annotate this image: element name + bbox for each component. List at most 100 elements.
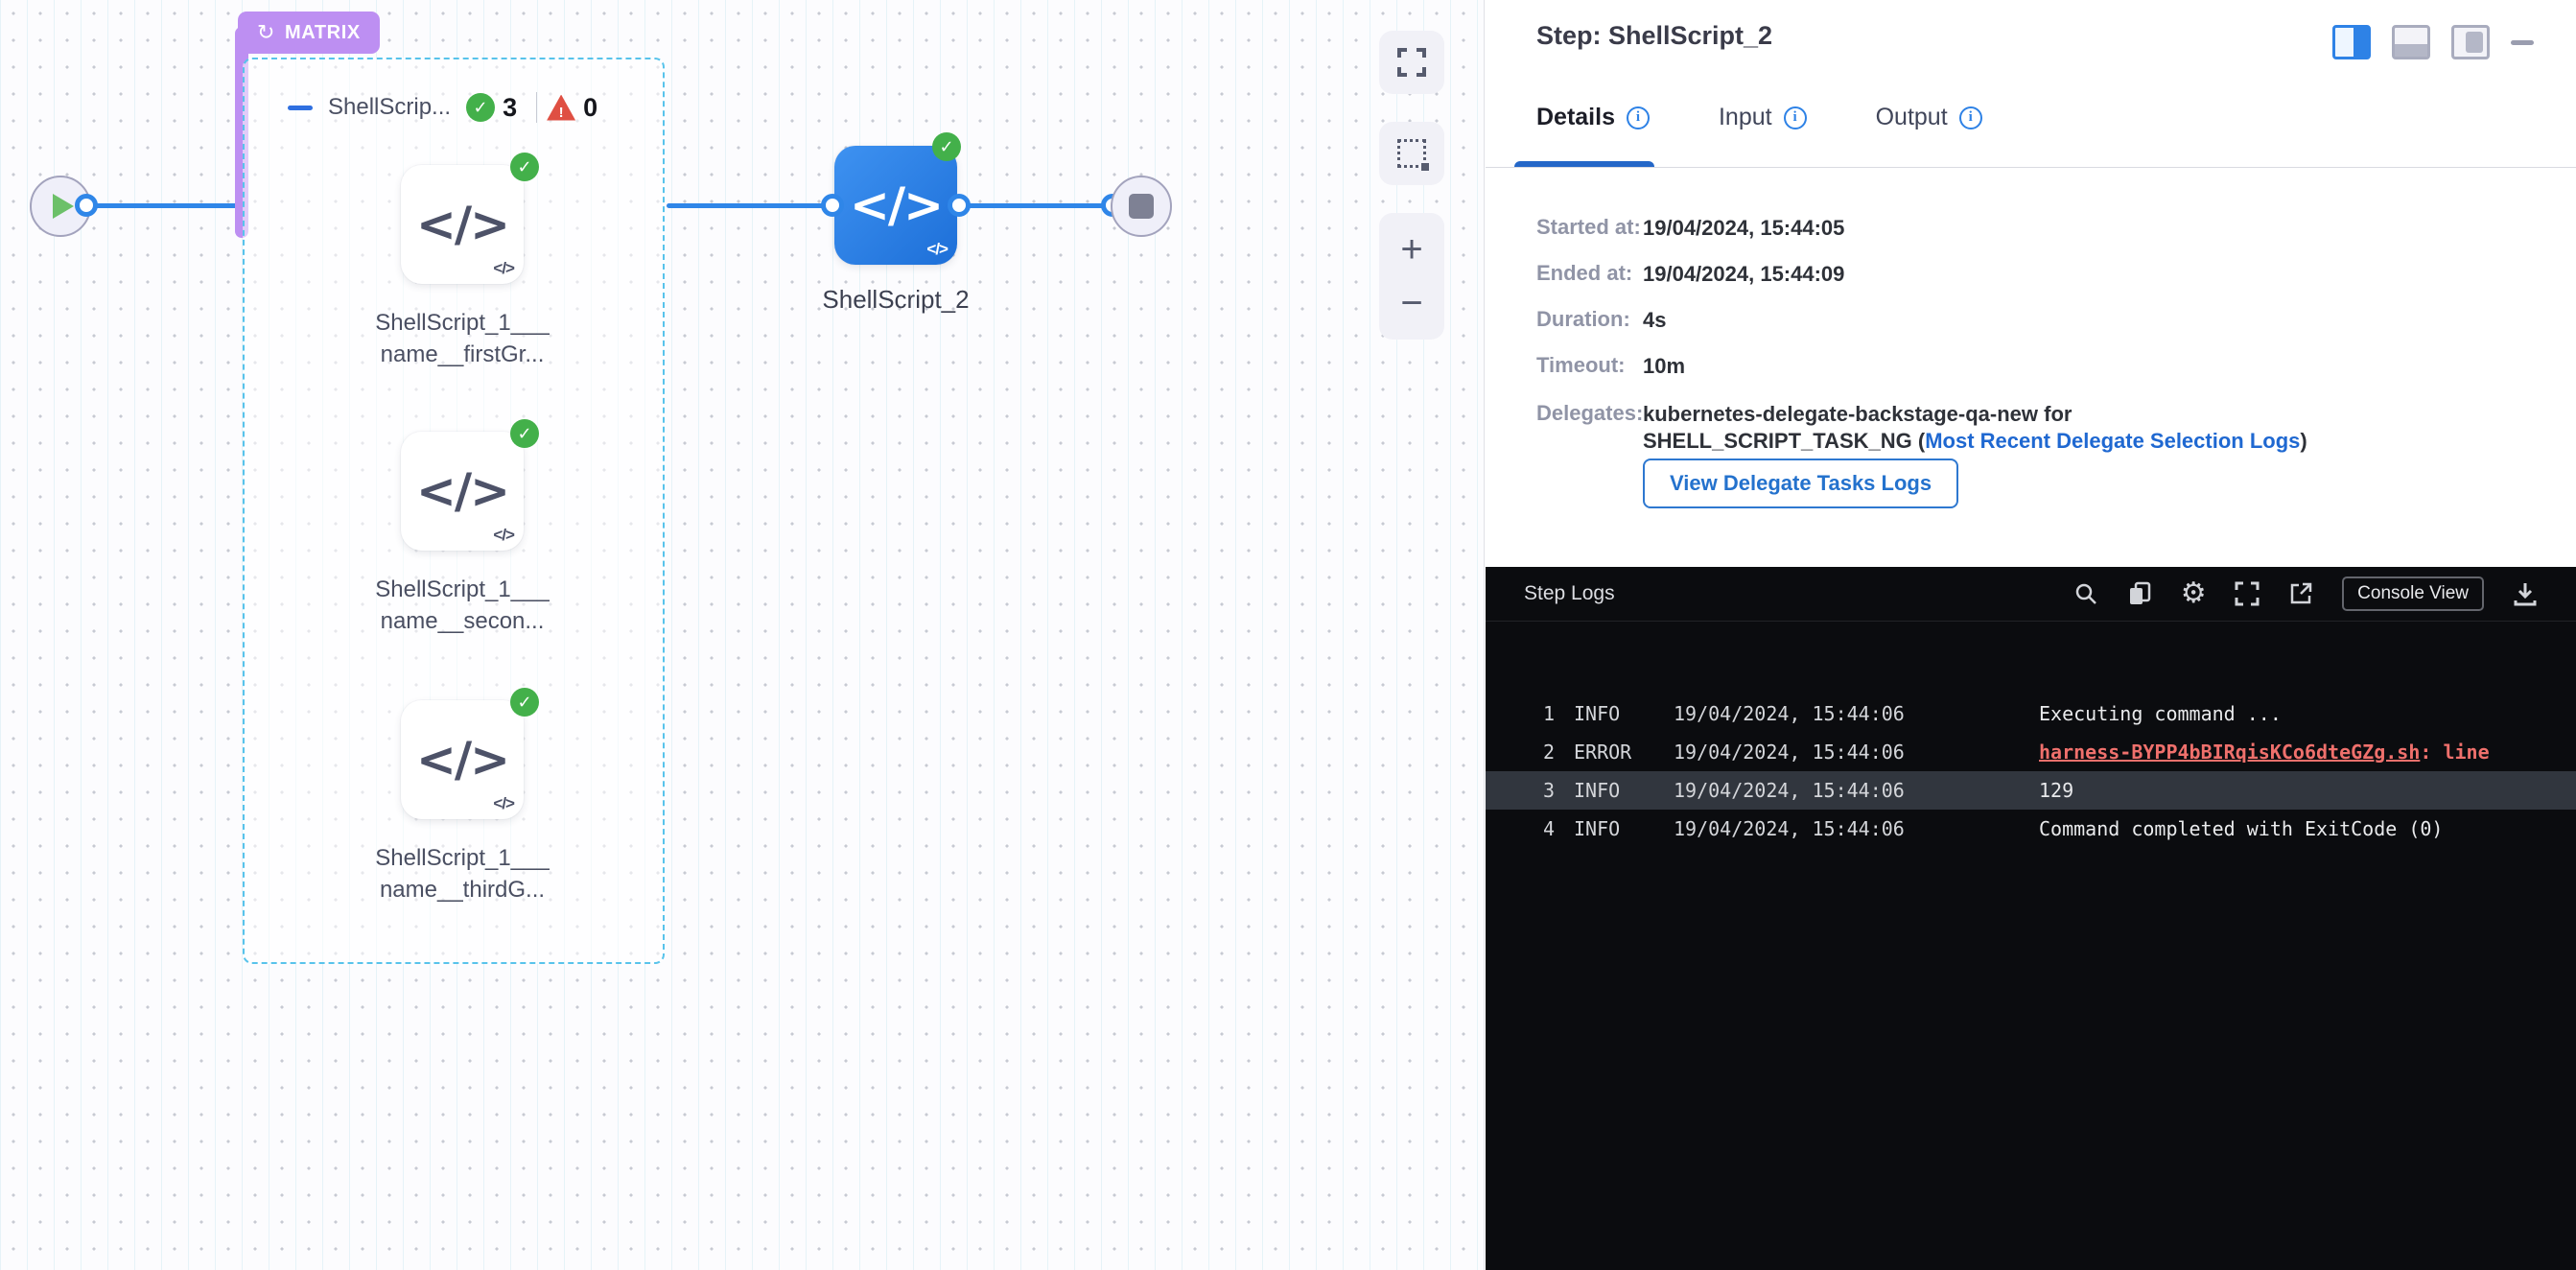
layout-right-panel-icon[interactable] [2332, 25, 2371, 59]
minimize-panel-icon[interactable] [2511, 40, 2534, 45]
error-count: 0 [583, 93, 597, 123]
count-divider [536, 92, 537, 123]
detail-row-started: Started at: 19/04/2024, 15:44:05 [1536, 215, 1844, 242]
logs-toolbar: ⚙ Console View [2073, 576, 2538, 611]
loop-icon: ↻ [257, 20, 275, 45]
log-timestamp: 19/04/2024, 15:44:06 [1674, 810, 2009, 848]
log-level: ERROR [1574, 733, 1651, 771]
shell-script-icon: </> [416, 732, 508, 788]
code-mini-icon: </> [493, 526, 514, 545]
harness-pipeline-execution-view: ↻ MATRIX ShellScrip... ✓ 3 ! 0 </> </> ✓… [0, 0, 2576, 1270]
node-label-line2: name__thirdG... [328, 874, 597, 905]
shell-script-icon: </> [416, 463, 508, 519]
log-message-error: harness-BYPP4bBIRqisKCo6dteGZg.sh: line [2039, 733, 2490, 771]
open-logs-new-tab-button[interactable] [2288, 581, 2313, 606]
success-badge-icon: ✓ [932, 132, 961, 161]
matrix-badge: ↻ MATRIX [238, 12, 380, 54]
detail-label: Delegates: [1536, 401, 1643, 455]
logs-fullscreen-button[interactable] [2235, 581, 2260, 606]
pipeline-canvas[interactable]: ↻ MATRIX ShellScrip... ✓ 3 ! 0 </> </> ✓… [0, 0, 1485, 1270]
step-node-shellscript1-first[interactable]: </> </> [401, 165, 524, 284]
matrix-group-title: ShellScrip... [328, 94, 451, 121]
edge-step-to-end [964, 203, 1112, 208]
success-badge-icon: ✓ [510, 688, 539, 717]
node-label: ShellScript_1___ name__thirdG... [328, 842, 597, 905]
info-icon[interactable]: i [1784, 106, 1807, 129]
log-timestamp: 19/04/2024, 15:44:06 [1674, 771, 2009, 810]
error-script-file-link[interactable]: harness-BYPP4bBIRqisKCo6dteGZg.sh [2039, 741, 2420, 764]
success-count: 3 [503, 93, 517, 123]
shell-script-icon: </> [416, 197, 508, 252]
copy-icon [2127, 581, 2152, 606]
info-icon[interactable]: i [1627, 106, 1650, 129]
logs-settings-button[interactable]: ⚙ [2181, 581, 2206, 606]
step-node-shellscript1-second[interactable]: </> </> [401, 432, 524, 551]
copy-logs-button[interactable] [2127, 581, 2152, 606]
log-line-2[interactable]: 2 ERROR 19/04/2024, 15:44:06 harness-BYP… [1486, 733, 2576, 771]
detail-value: 19/04/2024, 15:44:09 [1643, 261, 1844, 288]
edge-matrix-to-step [667, 203, 830, 208]
node-out-port [948, 194, 971, 217]
detail-row-ended: Ended at: 19/04/2024, 15:44:09 [1536, 261, 1844, 288]
canvas-select-button[interactable] [1379, 122, 1444, 185]
code-mini-icon: </> [493, 794, 514, 813]
delegates-line2-suffix: ) [2300, 429, 2307, 453]
step-node-shellscript2[interactable]: </> </> [834, 146, 957, 265]
layout-bottom-panel-icon[interactable] [2392, 25, 2430, 59]
matrix-group-header[interactable]: ShellScrip... ✓ 3 ! 0 [288, 88, 643, 127]
log-message: Command completed with ExitCode (0) [2039, 810, 2443, 848]
detail-label: Timeout: [1536, 353, 1643, 380]
console-view-button[interactable]: Console View [2342, 576, 2484, 611]
tabs-divider [1486, 167, 2576, 168]
warning-triangle-icon: ! [547, 95, 575, 121]
search-logs-button[interactable] [2073, 581, 2098, 606]
tab-input[interactable]: Input i [1719, 104, 1807, 131]
zoom-out-button[interactable]: − [1400, 276, 1422, 330]
log-lines: 1 INFO 19/04/2024, 15:44:06 Executing co… [1486, 694, 2576, 848]
success-check-icon: ✓ [466, 93, 495, 122]
play-icon [53, 194, 74, 219]
zoom-in-button[interactable]: + [1400, 223, 1422, 276]
step-logs-panel: Step Logs ⚙ [1486, 567, 2576, 1270]
download-logs-button[interactable] [2513, 581, 2538, 606]
tab-details[interactable]: Details i [1536, 104, 1650, 131]
detail-value: 10m [1643, 353, 1685, 380]
log-line-1[interactable]: 1 INFO 19/04/2024, 15:44:06 Executing co… [1486, 694, 2576, 733]
panel-title: Step: ShellScript_2 [1536, 21, 1772, 51]
log-line-number: 2 [1534, 733, 1555, 771]
step-logs-title: Step Logs [1524, 582, 1615, 605]
success-badge-icon: ✓ [510, 153, 539, 181]
info-icon[interactable]: i [1959, 106, 1982, 129]
log-line-3-highlighted[interactable]: 3 INFO 19/04/2024, 15:44:06 129 [1486, 771, 2576, 810]
layout-floating-panel-icon[interactable] [2451, 25, 2490, 59]
panel-layout-controls [2332, 25, 2534, 59]
node-label-line2: name__firstGr... [328, 339, 597, 370]
delegates-line2: SHELL_SCRIPT_TASK_NG (Most Recent Delega… [1643, 428, 2307, 455]
log-message: Executing command ... [2039, 694, 2282, 733]
delegate-selection-logs-link[interactable]: Most Recent Delegate Selection Logs [1925, 429, 2300, 453]
node-label-line1: ShellScript_1___ [328, 307, 597, 339]
log-line-4[interactable]: 4 INFO 19/04/2024, 15:44:06 Command comp… [1486, 810, 2576, 848]
delegates-line1: kubernetes-delegate-backstage-qa-new for [1643, 401, 2307, 428]
collapse-icon[interactable] [288, 106, 313, 110]
delegates-value: kubernetes-delegate-backstage-qa-new for… [1643, 401, 2307, 455]
fullscreen-icon [1397, 48, 1426, 77]
canvas-fullscreen-button[interactable] [1379, 31, 1444, 94]
expand-icon [2235, 581, 2260, 606]
tab-label: Output [1876, 104, 1948, 131]
detail-value: 4s [1643, 307, 1666, 334]
external-link-icon [2288, 581, 2313, 606]
tab-label: Input [1719, 104, 1772, 131]
tab-label: Details [1536, 104, 1615, 131]
view-delegate-tasks-logs-button[interactable]: View Delegate Tasks Logs [1643, 459, 1958, 508]
node-in-port [821, 194, 844, 217]
step-node-shellscript1-third[interactable]: </> </> [401, 700, 524, 819]
node-label-line1: ShellScript_1___ [328, 842, 597, 874]
start-out-port [75, 194, 98, 217]
node-label: ShellScript_1___ name__firstGr... [328, 307, 597, 370]
pipeline-end-node[interactable] [1111, 176, 1172, 237]
tab-output[interactable]: Output i [1876, 104, 1982, 131]
selection-icon [1397, 139, 1426, 168]
search-icon [2073, 581, 2098, 606]
step-details-panel: Step: ShellScript_2 Details i Input i Ou… [1486, 0, 2576, 567]
